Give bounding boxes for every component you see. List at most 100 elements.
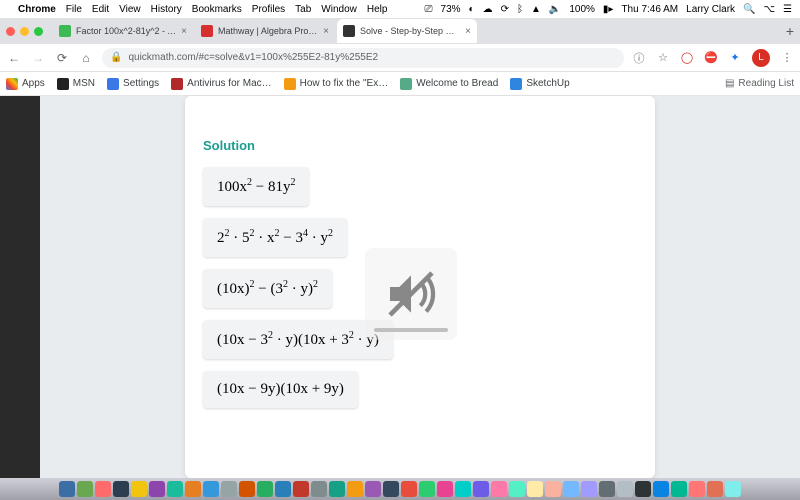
battery-percent[interactable]: 100% [569, 4, 595, 15]
dock-app-24[interactable] [491, 481, 507, 497]
tab-2[interactable]: Solve - Step-by-Step Math P × [337, 19, 477, 43]
dock-app-1[interactable] [77, 481, 93, 497]
dock-app-5[interactable] [149, 481, 165, 497]
dock-app-12[interactable] [275, 481, 291, 497]
reload-button[interactable]: ⟳ [54, 51, 70, 65]
user-name[interactable]: Larry Clark [686, 4, 735, 15]
url-bar[interactable]: 🔒 quickmath.com/#c=solve&v1=100x%255E2-8… [102, 48, 624, 68]
bookmark-5[interactable]: SketchUp [510, 78, 569, 90]
menubar-item-history[interactable]: History [151, 4, 182, 15]
home-button[interactable]: ⌂ [78, 51, 94, 65]
kebab-menu-icon[interactable]: ⋮ [780, 51, 794, 65]
dock-app-37[interactable] [725, 481, 741, 497]
menubar-item-tab[interactable]: Tab [295, 4, 311, 15]
bookmark-favicon-icon [284, 78, 296, 90]
control-center-icon[interactable]: ⌥ [764, 4, 776, 15]
dock-app-21[interactable] [437, 481, 453, 497]
menubar-item-profiles[interactable]: Profiles [252, 4, 285, 15]
dock-app-8[interactable] [203, 481, 219, 497]
back-button[interactable]: ← [6, 51, 22, 65]
page-background[interactable]: Solution 100x2 − 81y222 · 52 · x2 − 34 ·… [40, 96, 800, 478]
dock-app-33[interactable] [653, 481, 669, 497]
adblock-ext-icon[interactable]: ⛔ [704, 51, 718, 65]
dock-app-19[interactable] [401, 481, 417, 497]
dock-app-23[interactable] [473, 481, 489, 497]
cloud-icon[interactable]: ☁ [483, 4, 493, 15]
dock-app-26[interactable] [527, 481, 543, 497]
close-tab-icon[interactable]: × [323, 26, 329, 37]
tab-title: Factor 100x^2-81y^2 - Answer [76, 26, 176, 36]
mac-menubar: Chrome File Edit View History Bookmarks … [0, 0, 800, 18]
dock-app-4[interactable] [131, 481, 147, 497]
spotlight-icon[interactable]: 🔍 [743, 4, 755, 15]
dock-app-9[interactable] [221, 481, 237, 497]
dock-app-32[interactable] [635, 481, 651, 497]
time-machine-icon[interactable]: ⟳ [501, 4, 509, 15]
close-tab-icon[interactable]: × [181, 26, 187, 37]
dock-app-20[interactable] [419, 481, 435, 497]
circle-status-icon[interactable]: ◐ [469, 4, 475, 15]
bookmark-label: How to fix the "Ex… [300, 78, 389, 89]
dock-app-31[interactable] [617, 481, 633, 497]
dock-app-17[interactable] [365, 481, 381, 497]
speaker-muted-icon [383, 266, 439, 322]
dock-app-35[interactable] [689, 481, 705, 497]
dock-app-14[interactable] [311, 481, 327, 497]
forward-button[interactable]: → [30, 51, 46, 65]
menubar-item-view[interactable]: View [119, 4, 141, 15]
dock-app-2[interactable] [95, 481, 111, 497]
bookmark-2[interactable]: Antivirus for Mac… [171, 78, 271, 90]
status-icon[interactable]: ⎚ [425, 4, 433, 15]
menubar-app-name[interactable]: Chrome [18, 4, 56, 15]
dock-app-11[interactable] [257, 481, 273, 497]
menubar-item-help[interactable]: Help [367, 4, 388, 15]
reading-list-button[interactable]: ▤ Reading List [725, 78, 794, 89]
bookmark-0[interactable]: MSN [57, 78, 95, 90]
bluetooth-icon[interactable]: ᛒ [517, 4, 523, 15]
tab-0[interactable]: Factor 100x^2-81y^2 - Answer × [53, 19, 193, 43]
volume-icon[interactable]: 🔈 [549, 4, 561, 15]
bookmark-3[interactable]: How to fix the "Ex… [284, 78, 389, 90]
siri-icon[interactable]: ☰ [783, 4, 792, 15]
dock-app-13[interactable] [293, 481, 309, 497]
close-window-button[interactable] [6, 27, 15, 36]
apps-shortcut[interactable]: Apps [6, 78, 45, 90]
maximize-window-button[interactable] [34, 27, 43, 36]
bookmark-label: MSN [73, 78, 95, 89]
dock-app-3[interactable] [113, 481, 129, 497]
close-tab-icon[interactable]: × [465, 26, 471, 37]
bookmark-4[interactable]: Welcome to Bread [400, 78, 498, 90]
dock-app-6[interactable] [167, 481, 183, 497]
dock-app-10[interactable] [239, 481, 255, 497]
dock-app-34[interactable] [671, 481, 687, 497]
bookmark-1[interactable]: Settings [107, 78, 159, 90]
dock-app-29[interactable] [581, 481, 597, 497]
dock-app-36[interactable] [707, 481, 723, 497]
menubar-item-bookmarks[interactable]: Bookmarks [192, 4, 242, 15]
opera-ext-icon[interactable]: ◯ [680, 51, 694, 65]
menubar-item-edit[interactable]: Edit [92, 4, 109, 15]
dock-app-25[interactable] [509, 481, 525, 497]
star-bookmark-icon[interactable]: ☆ [656, 51, 670, 65]
dock-app-30[interactable] [599, 481, 615, 497]
new-tab-button[interactable]: + [780, 23, 800, 39]
dock-app-18[interactable] [383, 481, 399, 497]
wifi-icon[interactable]: ▲ [531, 4, 541, 15]
dock-app-7[interactable] [185, 481, 201, 497]
memory-percent[interactable]: 73% [441, 4, 461, 15]
battery-icon[interactable]: ▮▸ [603, 4, 614, 15]
dock-app-27[interactable] [545, 481, 561, 497]
dock-app-28[interactable] [563, 481, 579, 497]
dock-app-22[interactable] [455, 481, 471, 497]
extensions-puzzle-icon[interactable]: ✦ [728, 51, 742, 65]
tab-1[interactable]: Mathway | Algebra Problem S × [195, 19, 335, 43]
dock-app-15[interactable] [329, 481, 345, 497]
menubar-item-file[interactable]: File [66, 4, 82, 15]
minimize-window-button[interactable] [20, 27, 29, 36]
share-icon[interactable]: ⓘ [632, 51, 646, 65]
clock[interactable]: Thu 7:46 AM [621, 4, 678, 15]
menubar-item-window[interactable]: Window [321, 4, 357, 15]
dock-app-16[interactable] [347, 481, 363, 497]
profile-avatar[interactable]: L [752, 49, 770, 67]
dock-app-0[interactable] [59, 481, 75, 497]
